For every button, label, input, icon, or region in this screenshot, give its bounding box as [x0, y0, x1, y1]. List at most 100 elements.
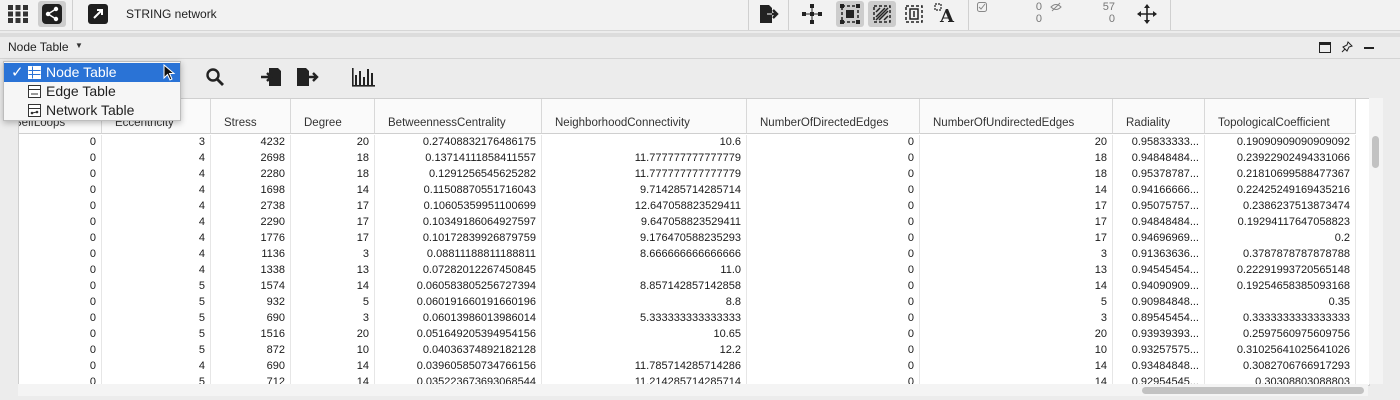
- table-cell-selfloops[interactable]: 0: [19, 295, 102, 311]
- table-cell-stress[interactable]: 1574: [211, 279, 291, 295]
- minimize-icon[interactable]: [1362, 40, 1376, 54]
- table-cell-topological[interactable]: 0.19254658385093168: [1205, 279, 1356, 295]
- table-cell-neighborhood[interactable]: 12.647058823529411: [542, 199, 747, 215]
- table-cell-neighborhood[interactable]: 10.65: [542, 327, 747, 343]
- table-cell-radiality[interactable]: 0.93939393...: [1113, 327, 1205, 343]
- table-cell-undirected-edges[interactable]: 20: [920, 327, 1113, 343]
- column-header-topological[interactable]: TopologicalCoefficient: [1205, 99, 1356, 134]
- table-cell-eccentricity[interactable]: 4: [102, 215, 211, 231]
- table-cell-degree[interactable]: 20: [291, 135, 375, 151]
- table-cell-eccentricity[interactable]: 4: [102, 199, 211, 215]
- table-cell-betweenness[interactable]: 0.10172839926879759: [375, 231, 542, 247]
- table-cell-betweenness[interactable]: 0.13714111858411557: [375, 151, 542, 167]
- table-cell-neighborhood[interactable]: 8.857142857142858: [542, 279, 747, 295]
- table-cell-stress[interactable]: 2738: [211, 199, 291, 215]
- table-cell-degree[interactable]: 14: [291, 183, 375, 199]
- table-cell-betweenness[interactable]: 0.07282012267450845: [375, 263, 542, 279]
- table-cell-stress[interactable]: 2280: [211, 167, 291, 183]
- table-cell-topological[interactable]: 0.31025641025641026: [1205, 343, 1356, 359]
- table-cell-directed-edges[interactable]: 0: [747, 167, 920, 183]
- table-cell-topological[interactable]: 0.3787878787878788: [1205, 247, 1356, 263]
- table-cell-eccentricity[interactable]: 4: [102, 263, 211, 279]
- horizontal-scroll-thumb[interactable]: [1142, 387, 1364, 394]
- table-cell-radiality[interactable]: 0.94545454...: [1113, 263, 1205, 279]
- table-cell-eccentricity[interactable]: 4: [102, 247, 211, 263]
- table-cell-betweenness[interactable]: 0.10605359951100699: [375, 199, 542, 215]
- table-cell-radiality[interactable]: 0.94848484...: [1113, 151, 1205, 167]
- panel-title[interactable]: Node Table: [8, 40, 69, 54]
- table-cell-stress[interactable]: 872: [211, 343, 291, 359]
- table-cell-neighborhood[interactable]: 8.8: [542, 295, 747, 311]
- table-cell-topological[interactable]: 0.3333333333333333: [1205, 311, 1356, 327]
- import-table-icon[interactable]: [256, 63, 286, 91]
- table-cell-selfloops[interactable]: 0: [19, 231, 102, 247]
- table-cell-radiality[interactable]: 0.95075757...: [1113, 199, 1205, 215]
- table-cell-betweenness[interactable]: 0.08811188811188811: [375, 247, 542, 263]
- column-header-neighborhood[interactable]: NeighborhoodConnectivity: [542, 99, 747, 134]
- table-cell-stress[interactable]: 1338: [211, 263, 291, 279]
- column-header-directed-edges[interactable]: NumberOfDirectedEdges: [747, 99, 920, 134]
- open-external-icon[interactable]: [84, 1, 112, 27]
- table-cell-radiality[interactable]: 0.95833333...: [1113, 135, 1205, 151]
- column-header-undirected-edges[interactable]: NumberOfUndirectedEdges: [920, 99, 1113, 134]
- table-cell-eccentricity[interactable]: 5: [102, 311, 211, 327]
- vertical-scroll-thumb[interactable]: [1372, 136, 1379, 168]
- table-cell-selfloops[interactable]: 0: [19, 151, 102, 167]
- table-cell-stress[interactable]: 690: [211, 311, 291, 327]
- export-icon[interactable]: [754, 1, 782, 27]
- table-cell-betweenness[interactable]: 0.11508870551716043: [375, 183, 542, 199]
- table-cell-stress[interactable]: 1776: [211, 231, 291, 247]
- table-cell-betweenness[interactable]: 0.04036374892182128: [375, 343, 542, 359]
- apps-grid-icon[interactable]: [4, 1, 32, 27]
- table-cell-radiality[interactable]: 0.94696969...: [1113, 231, 1205, 247]
- table-cell-betweenness[interactable]: 0.1291256545625282: [375, 167, 542, 183]
- table-cell-directed-edges[interactable]: 0: [747, 247, 920, 263]
- table-cell-eccentricity[interactable]: 4: [102, 359, 211, 375]
- table-cell-topological[interactable]: 0.19294117647058823: [1205, 215, 1356, 231]
- table-cell-eccentricity[interactable]: 4: [102, 231, 211, 247]
- table-cell-radiality[interactable]: 0.94090909...: [1113, 279, 1205, 295]
- table-cell-radiality[interactable]: 0.93257575...: [1113, 343, 1205, 359]
- table-cell-degree[interactable]: 17: [291, 215, 375, 231]
- table-cell-selfloops[interactable]: 0: [19, 135, 102, 151]
- table-cell-directed-edges[interactable]: 0: [747, 183, 920, 199]
- table-cell-undirected-edges[interactable]: 18: [920, 167, 1113, 183]
- column-header-stress[interactable]: Stress: [211, 99, 291, 134]
- select-edges-icon[interactable]: [868, 1, 896, 27]
- column-header-degree[interactable]: Degree: [291, 99, 375, 134]
- table-cell-betweenness[interactable]: 0.060583805256727394: [375, 279, 542, 295]
- table-cell-directed-edges[interactable]: 0: [747, 231, 920, 247]
- pin-icon[interactable]: [1340, 40, 1354, 54]
- table-cell-eccentricity[interactable]: 5: [102, 327, 211, 343]
- table-cell-topological[interactable]: 0.2386237513873474: [1205, 199, 1356, 215]
- table-cell-directed-edges[interactable]: 0: [747, 359, 920, 375]
- table-cell-betweenness[interactable]: 0.10349186064927597: [375, 215, 542, 231]
- table-cell-degree[interactable]: 14: [291, 359, 375, 375]
- table-cell-degree[interactable]: 13: [291, 263, 375, 279]
- table-cell-directed-edges[interactable]: 0: [747, 311, 920, 327]
- table-cell-betweenness[interactable]: 0.27408832176486175: [375, 135, 542, 151]
- share-network-icon[interactable]: [38, 1, 66, 27]
- table-cell-selfloops[interactable]: 0: [19, 263, 102, 279]
- menu-item-edge-table[interactable]: Edge Table: [4, 82, 180, 101]
- table-cell-stress[interactable]: 932: [211, 295, 291, 311]
- vertical-scrollbar[interactable]: [1369, 98, 1383, 384]
- first-neighbors-icon[interactable]: [798, 1, 826, 27]
- table-cell-topological[interactable]: 0.22425249169435216: [1205, 183, 1356, 199]
- table-cell-degree[interactable]: 17: [291, 231, 375, 247]
- table-cell-betweenness[interactable]: 0.060191660191660196: [375, 295, 542, 311]
- table-cell-undirected-edges[interactable]: 14: [920, 359, 1113, 375]
- table-cell-undirected-edges[interactable]: 3: [920, 247, 1113, 263]
- table-cell-degree[interactable]: 14: [291, 279, 375, 295]
- table-cell-selfloops[interactable]: 0: [19, 311, 102, 327]
- table-cell-topological[interactable]: 0.21810699588477367: [1205, 167, 1356, 183]
- table-cell-directed-edges[interactable]: 0: [747, 327, 920, 343]
- table-cell-degree[interactable]: 10: [291, 343, 375, 359]
- table-cell-neighborhood[interactable]: 11.0: [542, 263, 747, 279]
- table-cell-selfloops[interactable]: 0: [19, 359, 102, 375]
- table-cell-selfloops[interactable]: 0: [19, 343, 102, 359]
- horizontal-scrollbar[interactable]: [18, 384, 1368, 396]
- table-cell-stress[interactable]: 690: [211, 359, 291, 375]
- table-cell-neighborhood[interactable]: 9.176470588235293: [542, 231, 747, 247]
- table-cell-degree[interactable]: 17: [291, 199, 375, 215]
